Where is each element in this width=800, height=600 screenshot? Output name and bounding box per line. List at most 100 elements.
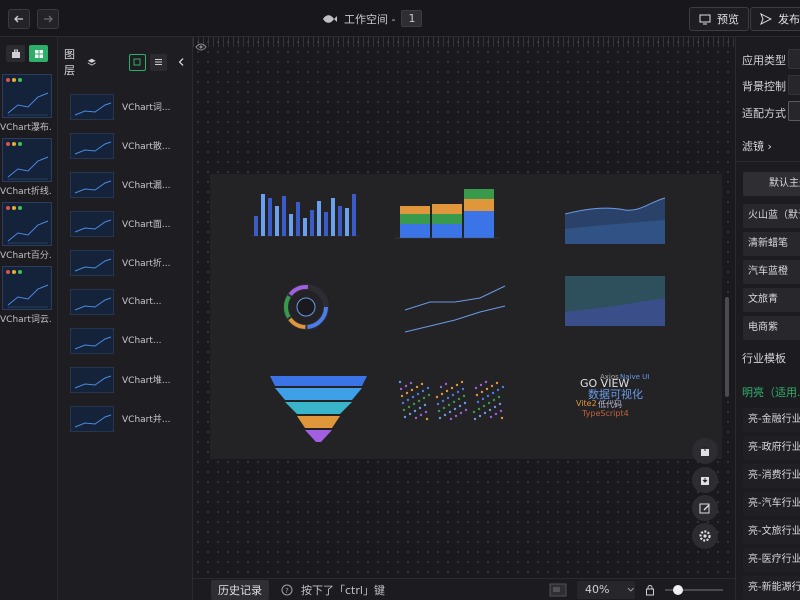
briefcase-icon	[11, 49, 20, 58]
theme-option[interactable]: 电商紫	[743, 316, 800, 340]
back-button[interactable]	[8, 9, 30, 29]
scatter-point	[472, 410, 476, 414]
bar-chart[interactable]	[250, 194, 360, 237]
layers-title: 图层	[64, 48, 75, 77]
preview-button[interactable]: 预览	[689, 7, 749, 31]
word-cloud-chart[interactable]: Axios Naive UI GO VIEW 数据可视化 Vite2 低代码 T…	[576, 373, 649, 418]
scatter-point	[454, 414, 458, 418]
layer-item[interactable]: VChart...	[58, 282, 192, 321]
filter-toggle[interactable]: 滤镜 ›	[742, 138, 772, 154]
scatter-point	[406, 398, 410, 402]
scatter-point	[403, 415, 407, 419]
edit-button[interactable]	[692, 495, 718, 521]
chart-thumbnail[interactable]: VChart折线...	[0, 138, 52, 197]
minimap-icon[interactable]	[549, 583, 567, 597]
workspace-title: 工作空间 - 1	[322, 10, 423, 27]
layer-item[interactable]: VChart折...	[58, 243, 192, 282]
layer-thumbnail	[70, 249, 114, 276]
area-chart-2[interactable]	[565, 276, 665, 326]
bar	[324, 212, 328, 236]
bar	[345, 208, 349, 236]
bar	[352, 194, 356, 236]
scatter-chart[interactable]	[398, 380, 505, 421]
tab-grid[interactable]	[29, 45, 48, 62]
industry-template-option[interactable]: 亮-金融行业	[743, 408, 800, 432]
ring-chart[interactable]	[283, 284, 329, 330]
bar	[331, 198, 335, 236]
theme-option[interactable]: 清新蜡笔	[743, 232, 800, 256]
line-chart[interactable]	[404, 285, 506, 333]
scatter-point	[424, 410, 428, 414]
scatter-point	[405, 391, 409, 395]
industry-selected[interactable]: 明亮（适用...	[742, 384, 800, 400]
theme-option[interactable]: 文旅青	[743, 288, 800, 312]
layer-item[interactable]: VChart堆...	[58, 360, 192, 399]
dashboard-board[interactable]: Axios Naive UI GO VIEW 数据可视化 Vite2 低代码 T…	[210, 174, 722, 459]
chart-thumbnail[interactable]: VChart词云...	[0, 266, 52, 325]
scatter-point	[422, 396, 426, 400]
scatter-point	[453, 407, 457, 411]
workspace-number[interactable]: 1	[401, 10, 423, 27]
layer-item[interactable]: VChart漏...	[58, 165, 192, 204]
zoom-select[interactable]: 40%	[577, 580, 635, 599]
layer-item[interactable]: VChart...	[58, 321, 192, 360]
layers-list-view-button[interactable]	[150, 53, 168, 71]
scatter-point	[459, 411, 463, 415]
scatter-point	[409, 381, 413, 385]
monitor-icon	[699, 14, 711, 24]
editor-canvas[interactable]: Axios Naive UI GO VIEW 数据可视化 Vite2 低代码 T…	[193, 37, 735, 578]
layer-thumbnail	[70, 171, 114, 198]
settings-button[interactable]	[692, 523, 718, 549]
scatter-point	[447, 403, 451, 407]
chart-thumbnail[interactable]: VChart百分...	[0, 202, 52, 261]
app-type-select[interactable]	[788, 49, 800, 69]
stacked-bar-chart[interactable]	[395, 189, 500, 239]
area-chart[interactable]	[564, 197, 666, 244]
bg-control-input[interactable]	[788, 75, 800, 95]
bottom-bar: 历史记录 ? 按下了「ctrl」键 40%	[193, 578, 735, 600]
tab-charts[interactable]	[6, 45, 25, 62]
industry-template-option[interactable]: 亮-医疗行业	[743, 548, 800, 572]
send-icon	[760, 13, 772, 25]
lock-icon[interactable]	[645, 584, 655, 596]
help-icon[interactable]: ?	[281, 584, 293, 596]
thumbnail-label: VChart词云...	[0, 315, 52, 325]
industry-template-option[interactable]: 亮-文旅行业	[743, 520, 800, 544]
industry-template-option[interactable]: 亮-消费行业	[743, 464, 800, 488]
layer-label: VChart堆...	[122, 376, 171, 386]
scatter-point	[398, 380, 402, 384]
scatter-point	[460, 380, 464, 384]
industry-template-option[interactable]: 亮-汽车行业	[743, 492, 800, 516]
chevron-left-icon[interactable]	[177, 56, 186, 68]
funnel-chart[interactable]	[270, 376, 367, 442]
download-button[interactable]	[692, 467, 718, 493]
history-button[interactable]: 历史记录	[211, 579, 269, 600]
vertical-scrollbar[interactable]	[725, 297, 729, 397]
industry-template-option[interactable]: 亮-政府行业	[743, 436, 800, 460]
zoom-slider-handle[interactable]	[673, 584, 683, 595]
eye-icon[interactable]	[195, 43, 207, 51]
fit-mode-select[interactable]	[788, 101, 800, 121]
layer-thumbnail	[70, 132, 114, 159]
zoom-slider[interactable]	[665, 584, 723, 595]
layers-thumbnail-view-button[interactable]	[128, 53, 147, 71]
theme-option[interactable]: 火山蓝（默认...	[743, 204, 800, 228]
bar	[254, 216, 258, 236]
scatter-point	[484, 380, 488, 384]
forward-button[interactable]	[37, 9, 59, 29]
scatter-point	[442, 406, 446, 410]
scatter-point	[490, 384, 494, 388]
layer-item[interactable]: VChart面...	[58, 204, 192, 243]
gear-icon	[699, 530, 711, 542]
layer-item[interactable]: VChart词...	[58, 87, 192, 126]
industry-template-option[interactable]: 亮-新能源行业	[743, 576, 800, 600]
bar	[317, 201, 321, 236]
upload-button[interactable]	[692, 438, 718, 464]
layer-item[interactable]: VChart散...	[58, 126, 192, 165]
scatter-point	[439, 385, 443, 389]
theme-option[interactable]: 汽车蓝橙	[743, 260, 800, 284]
publish-button[interactable]: 发布	[750, 7, 800, 31]
default-theme-button[interactable]: 默认主题	[743, 172, 800, 196]
chart-thumbnail[interactable]: VChart瀑布...	[0, 74, 52, 133]
layer-item[interactable]: VChart并...	[58, 399, 192, 438]
